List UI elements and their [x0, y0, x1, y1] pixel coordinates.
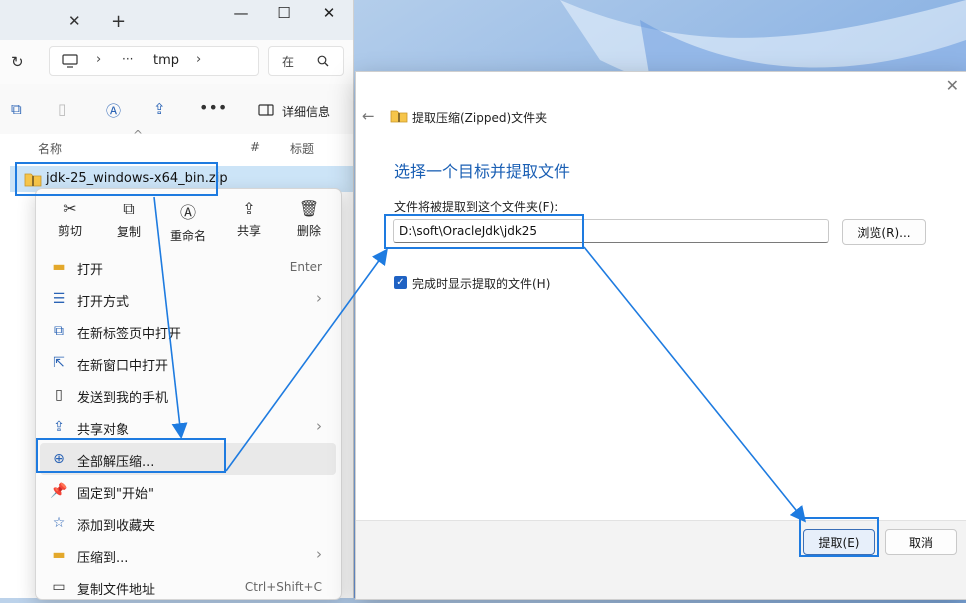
chevron-right-icon: ›: [196, 52, 202, 67]
menu-item-copy-path[interactable]: ▭ 复制文件地址 Ctrl+Shift+C: [40, 571, 336, 603]
refresh-icon[interactable]: ↻: [11, 53, 24, 71]
menu-item-label: 打开方式: [77, 295, 130, 310]
cut-label: 剪切: [57, 224, 82, 238]
share-icon[interactable]: ⇪: [153, 100, 166, 118]
rename-icon[interactable]: Ⓐ: [106, 100, 121, 121]
column-name[interactable]: 名称: [38, 140, 62, 157]
menu-item-label: 复制文件地址: [77, 583, 156, 598]
copy-path-icon: ▭: [52, 579, 66, 595]
search-field[interactable]: 在: [268, 46, 344, 76]
menu-item-send-to-phone[interactable]: ▯ 发送到我的手机: [40, 379, 336, 411]
copy-icon: ⧉: [123, 199, 135, 218]
address-overflow[interactable]: ···: [122, 52, 133, 66]
command-toolbar: ⧉ ▯ Ⓐ ⇪ ••• 详细信息: [0, 84, 353, 135]
details-button[interactable]: 详细信息: [282, 103, 330, 120]
menu-item-open-with[interactable]: ☰ 打开方式 ›: [40, 283, 336, 315]
show-files-checkbox[interactable]: ✓: [394, 276, 407, 289]
search-placeholder: 在: [282, 55, 295, 69]
minimize-icon[interactable]: —: [228, 4, 254, 22]
new-window-icon: ⇱: [53, 355, 65, 371]
highlight-zip-file: [15, 162, 218, 196]
menu-item-open[interactable]: ▬ 打开 Enter: [40, 251, 336, 283]
show-files-label: 完成时显示提取的文件(H): [412, 277, 551, 291]
cancel-button[interactable]: 取消: [885, 529, 957, 555]
phone-icon: ▯: [55, 387, 63, 403]
address-field[interactable]: › ··· tmp ›: [49, 46, 259, 76]
zip-folder-icon: ▬: [52, 547, 66, 563]
menu-item-label: 固定到"开始": [77, 487, 154, 502]
close-window-icon[interactable]: ✕: [316, 4, 342, 22]
delete-button[interactable]: 🗑 删除: [279, 189, 339, 241]
rename-icon: Ⓐ: [179, 203, 196, 222]
menu-item-label: 在新标签页中打开: [77, 327, 182, 342]
chevron-right-icon: ›: [316, 417, 322, 435]
browse-button[interactable]: 浏览(R)...: [842, 219, 926, 245]
menu-item-compress-to[interactable]: ▬ 压缩到... ›: [40, 539, 336, 571]
menu-item-label: 压缩到...: [77, 551, 129, 566]
back-arrow-icon[interactable]: ←: [362, 107, 375, 125]
column-title[interactable]: 标题: [290, 140, 314, 157]
menu-item-shortcut: Enter: [289, 260, 322, 274]
address-bar-row: ↻ › ··· tmp › 在: [0, 40, 353, 85]
menu-item-pin-to-start[interactable]: 📌 固定到"开始": [40, 475, 336, 507]
maximize-icon[interactable]: ☐: [271, 4, 297, 22]
new-tab-icon: ⧉: [54, 323, 64, 339]
copy-button[interactable]: ⧉ 复制: [99, 189, 159, 241]
scissors-icon: ✂: [63, 199, 77, 218]
menu-item-label: 打开: [77, 263, 104, 278]
pin-icon: 📌: [50, 483, 68, 499]
menu-item-open-new-tab[interactable]: ⧉ 在新标签页中打开: [40, 315, 336, 347]
dialog-heading: 选择一个目标并提取文件: [394, 162, 571, 181]
rename-label: 重命名: [169, 229, 206, 243]
menu-item-open-new-window[interactable]: ⇱ 在新窗口中打开: [40, 347, 336, 379]
share-icon: ⇪: [53, 419, 65, 435]
share-label: 共享: [236, 224, 261, 238]
address-folder[interactable]: tmp: [153, 53, 179, 68]
delete-label: 删除: [296, 224, 321, 238]
column-number[interactable]: #: [250, 140, 260, 154]
cut-button[interactable]: ✂ 剪切: [40, 189, 100, 241]
share-icon: ⇪: [242, 199, 256, 218]
menu-item-label: 添加到收藏夹: [77, 519, 156, 534]
rename-button[interactable]: Ⓐ 重命名: [158, 189, 218, 243]
dialog-title: 提取压缩(Zipped)文件夹: [412, 111, 548, 125]
computer-icon: [62, 54, 78, 68]
menu-item-shortcut: Ctrl+Shift+C: [244, 580, 322, 594]
column-header: 名称 ^ # 标题: [0, 128, 353, 163]
chevron-right-icon: ›: [316, 289, 322, 307]
paste-icon: ▯: [58, 100, 67, 118]
chevron-right-icon: ›: [316, 545, 322, 563]
highlight-extract-all: [36, 438, 226, 473]
more-options-icon[interactable]: •••: [199, 98, 227, 117]
folder-label: 文件将被提取到这个文件夹(F):: [394, 200, 559, 214]
copy-label: 复制: [116, 225, 141, 239]
menu-item-label: 共享对象: [77, 423, 130, 438]
chevron-right-icon: ›: [96, 52, 102, 67]
menu-item-label: 在新窗口中打开: [77, 359, 169, 374]
zip-folder-icon: [390, 110, 408, 123]
share-button[interactable]: ⇪ 共享: [219, 189, 279, 241]
copy-icon[interactable]: ⧉: [11, 100, 22, 118]
sort-up-icon: ^: [133, 128, 144, 142]
highlight-path-input: [384, 214, 584, 249]
star-icon: ☆: [52, 515, 66, 531]
highlight-extract-button: [799, 517, 879, 557]
menu-item-add-favorites[interactable]: ☆ 添加到收藏夹: [40, 507, 336, 539]
context-menu: ✂ 剪切 ⧉ 复制 Ⓐ 重命名 ⇪ 共享 🗑 删除 ▬ 打开 Enter ☰ 打…: [35, 188, 342, 600]
menu-item-label: 发送到我的手机: [77, 391, 169, 406]
details-pane-icon: [258, 104, 274, 116]
new-tab-icon[interactable]: +: [111, 11, 126, 32]
tab-bar: ✕ + — ☐ ✕: [0, 0, 353, 40]
open-with-icon: ☰: [52, 291, 66, 307]
search-icon: [317, 55, 329, 67]
close-tab-icon[interactable]: ✕: [68, 12, 81, 30]
trash-icon: 🗑: [298, 199, 320, 218]
folder-open-icon: ▬: [52, 259, 66, 275]
close-icon[interactable]: ✕: [946, 76, 959, 95]
